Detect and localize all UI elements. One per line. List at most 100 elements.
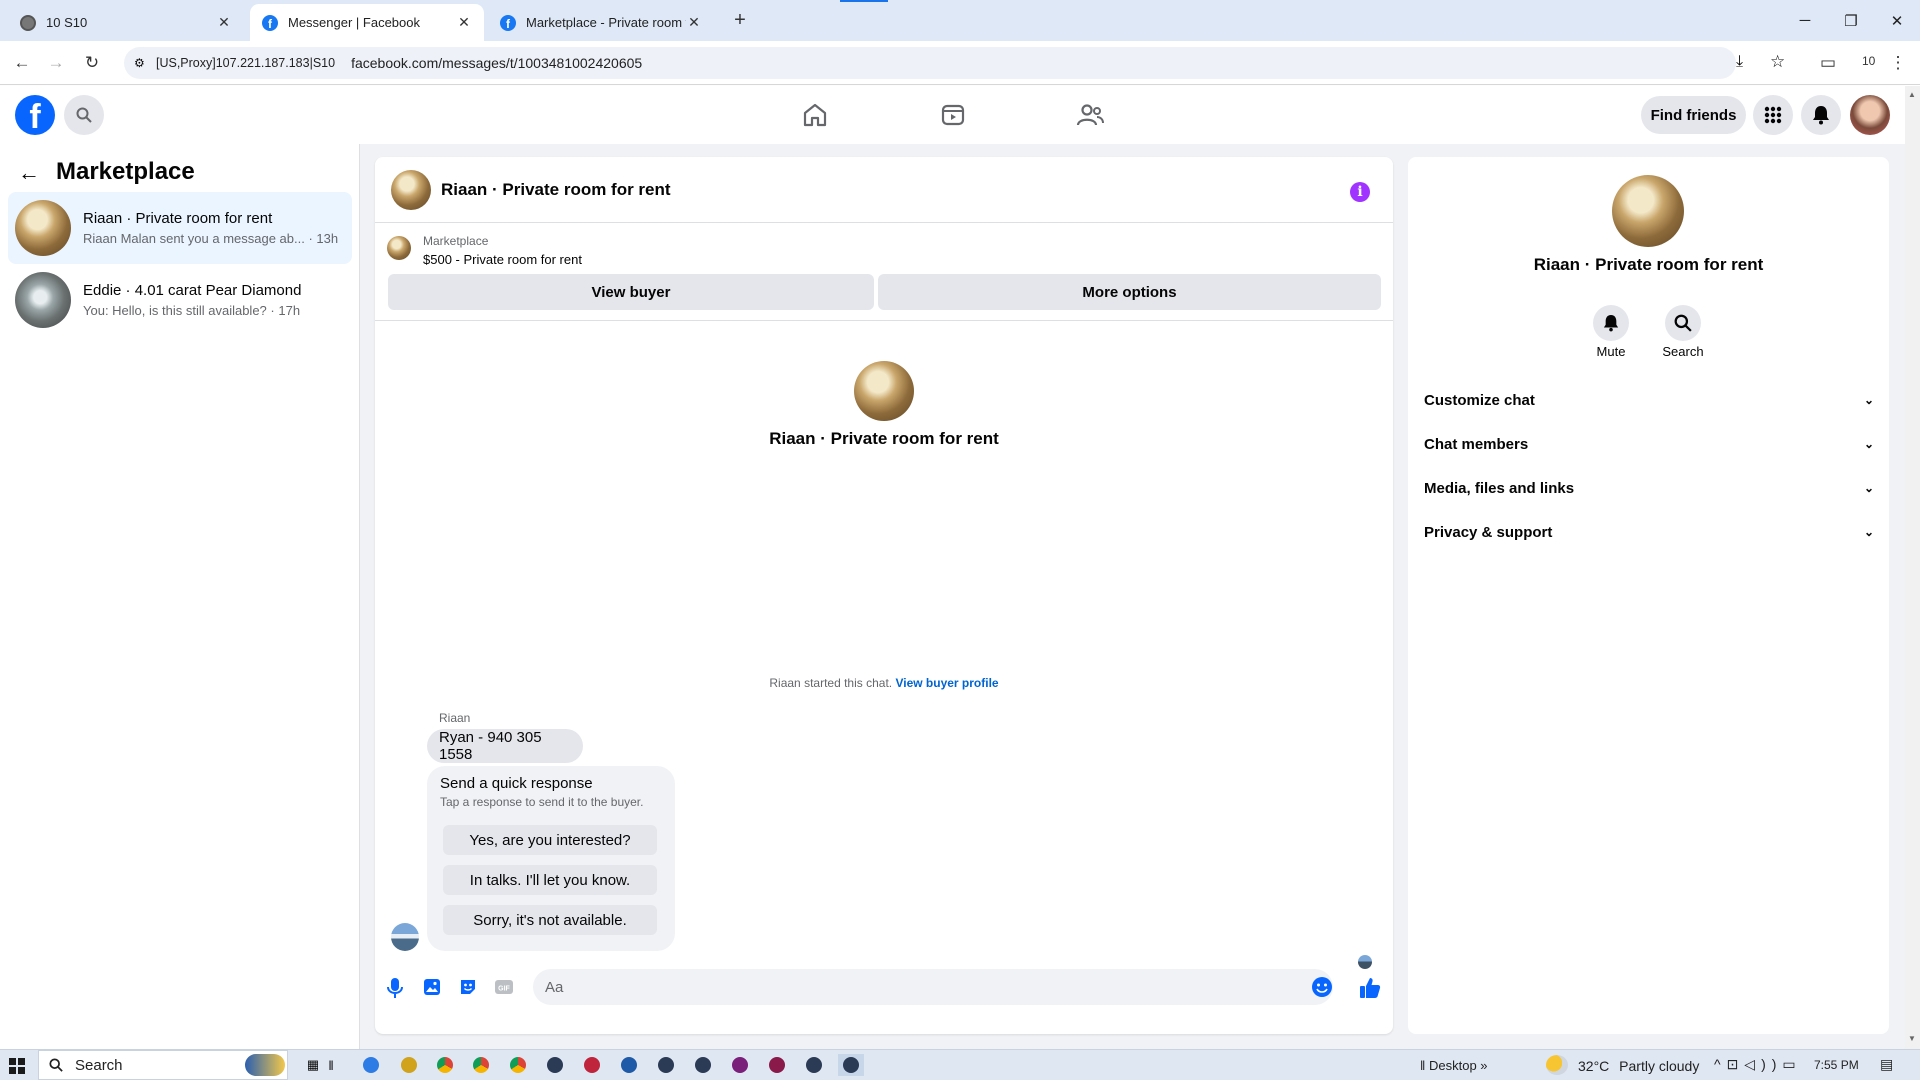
- side-panel-icon[interactable]: ▭: [1814, 49, 1842, 77]
- bell-icon: [1813, 106, 1829, 125]
- chevron-down-icon: ⌄: [1863, 393, 1874, 407]
- home-nav-button[interactable]: [795, 98, 835, 132]
- notification-center-icon[interactable]: ▤: [1880, 1056, 1893, 1073]
- clock[interactable]: 7:55 PM: [1814, 1058, 1859, 1072]
- groups-nav-button[interactable]: [1070, 98, 1110, 132]
- tab-title: Marketplace - Private room for: [526, 15, 686, 30]
- view-buyer-profile-link[interactable]: View buyer profile: [895, 676, 998, 690]
- app-icon-1[interactable]: [358, 1054, 384, 1076]
- thumbs-up-icon[interactable]: [1358, 976, 1382, 1000]
- facebook-logo[interactable]: f: [15, 95, 55, 135]
- browser-profile-icon-active[interactable]: [838, 1054, 864, 1076]
- browser-profile-icon[interactable]: [801, 1054, 827, 1076]
- photo-icon[interactable]: [422, 977, 442, 997]
- page-scrollbar[interactable]: ▲ ▼: [1905, 86, 1920, 1049]
- quick-reply-button[interactable]: In talks. I'll let you know.: [443, 865, 657, 895]
- quick-reply-button[interactable]: Yes, are you interested?: [443, 825, 657, 855]
- privacy-support-section[interactable]: Privacy & support ⌄: [1424, 511, 1874, 553]
- conversation-avatar[interactable]: [391, 169, 431, 210]
- browser-profile-icon[interactable]: [764, 1054, 790, 1076]
- more-options-button[interactable]: More options: [878, 274, 1381, 310]
- chrome-icon[interactable]: [432, 1054, 458, 1076]
- quick-response-card: Send a quick response Tap a response to …: [427, 766, 675, 951]
- notifications-button[interactable]: [1801, 95, 1841, 135]
- chat-list-item[interactable]: Eddie · 4.01 carat Pear Diamond You: Hel…: [8, 264, 352, 336]
- browser-tab-3[interactable]: f Marketplace - Private room for ✕: [488, 4, 714, 41]
- back-arrow-icon[interactable]: ←: [18, 160, 40, 186]
- message-composer: GIF Aa: [375, 957, 1393, 1019]
- browser-profile-icon[interactable]: [616, 1054, 642, 1076]
- weather-text: Partly cloudy: [1619, 1058, 1700, 1074]
- desktop-label: Desktop: [1428, 1058, 1477, 1073]
- profile-avatar[interactable]: [1850, 95, 1890, 135]
- task-view-icon[interactable]: ▦: [300, 1054, 326, 1076]
- close-tab-icon[interactable]: ✕: [456, 14, 472, 31]
- microphone-icon[interactable]: [385, 977, 405, 999]
- message-bubble[interactable]: Ryan - 940 305 1558: [427, 729, 583, 763]
- menu-dots-icon[interactable]: ⋮: [1884, 49, 1912, 77]
- search-in-chat-button[interactable]: [1665, 305, 1701, 341]
- view-buyer-button[interactable]: View buyer: [388, 274, 874, 310]
- forward-icon[interactable]: →: [42, 49, 70, 77]
- browser-profile-icon[interactable]: [579, 1054, 605, 1076]
- search-highlight-icon: [245, 1054, 285, 1076]
- taskbar-search-box[interactable]: Search: [38, 1050, 288, 1080]
- conversation-info-pane: Riaan · Private room for rent Mute Searc…: [1408, 157, 1889, 1034]
- message-input[interactable]: Aa: [533, 969, 1333, 1005]
- bookmark-star-icon[interactable]: ☆: [1770, 52, 1785, 72]
- windows-start-icon[interactable]: [9, 1058, 25, 1074]
- back-icon[interactable]: ←: [8, 49, 36, 77]
- new-tab-button[interactable]: +: [728, 8, 752, 32]
- restore-icon[interactable]: ❐: [1828, 0, 1874, 41]
- media-files-links-section[interactable]: Media, files and links ⌄: [1424, 467, 1874, 509]
- desktop-toolbar[interactable]: ‖ Desktop »: [1420, 1058, 1488, 1073]
- info-icon[interactable]: i: [1350, 182, 1370, 202]
- bell-icon: [1603, 315, 1619, 332]
- search-button[interactable]: [64, 95, 104, 135]
- mute-action[interactable]: [1593, 305, 1629, 341]
- temperature: 32°C: [1578, 1058, 1610, 1074]
- reload-icon[interactable]: ↻: [78, 49, 106, 77]
- search-action[interactable]: [1665, 305, 1701, 341]
- browser-profile-icon[interactable]: [727, 1054, 753, 1076]
- close-tab-icon[interactable]: ✕: [216, 14, 232, 31]
- conversation-title[interactable]: Riaan · Private room for rent: [441, 180, 671, 200]
- mute-label: Mute: [1596, 344, 1626, 359]
- system-tray-icons[interactable]: ^⊡◁))▭: [1714, 1056, 1802, 1073]
- site-info: [US,Proxy]107.221.187.183|S10: [156, 56, 336, 70]
- gif-icon[interactable]: GIF: [494, 977, 514, 997]
- minimize-icon[interactable]: ─: [1782, 0, 1828, 41]
- divider: [375, 320, 1393, 321]
- home-icon: [803, 103, 827, 127]
- url-text[interactable]: facebook.com/messages/t/1003481002420605: [351, 55, 642, 71]
- browser-tab-1[interactable]: 10 S10 ✕: [8, 4, 244, 41]
- address-bar[interactable]: ⚙ [US,Proxy]107.221.187.183|S10 facebook…: [124, 47, 1785, 79]
- browser-profile-icon[interactable]: [690, 1054, 716, 1076]
- customize-chat-section[interactable]: Customize chat ⌄: [1424, 379, 1874, 421]
- section-label: Privacy & support: [1424, 523, 1553, 541]
- find-friends-button[interactable]: Find friends: [1641, 96, 1746, 134]
- emoji-icon[interactable]: [1311, 976, 1333, 998]
- install-icon[interactable]: ⤓: [1736, 53, 1743, 71]
- weather-widget[interactable]: 32°C Partly cloudy: [1578, 1058, 1699, 1074]
- mute-button[interactable]: [1593, 305, 1629, 341]
- video-nav-button[interactable]: [933, 98, 973, 132]
- sender-avatar: [391, 923, 419, 951]
- profile-badge[interactable]: 10: [1862, 54, 1875, 68]
- quick-reply-button[interactable]: Sorry, it's not available.: [443, 905, 657, 935]
- chrome-icon[interactable]: [505, 1054, 531, 1076]
- chrome-icon[interactable]: [468, 1054, 494, 1076]
- close-tab-icon[interactable]: ✕: [686, 14, 702, 31]
- close-window-icon[interactable]: ✕: [1874, 0, 1920, 41]
- browser-profile-icon[interactable]: [542, 1054, 568, 1076]
- site-settings-icon[interactable]: ⚙: [134, 56, 145, 70]
- menu-button[interactable]: [1753, 95, 1793, 135]
- app-icon-2[interactable]: [396, 1054, 422, 1076]
- sticker-icon[interactable]: [458, 977, 478, 997]
- chat-title: Eddie · 4.01 carat Pear Diamond: [83, 282, 302, 299]
- listing-title[interactable]: $500 - Private room for rent: [423, 252, 582, 267]
- chat-list-item[interactable]: Riaan · Private room for rent Riaan Mala…: [8, 192, 352, 264]
- browser-tab-2[interactable]: f Messenger | Facebook ✕: [250, 4, 484, 41]
- chat-members-section[interactable]: Chat members ⌄: [1424, 423, 1874, 465]
- browser-profile-icon[interactable]: [653, 1054, 679, 1076]
